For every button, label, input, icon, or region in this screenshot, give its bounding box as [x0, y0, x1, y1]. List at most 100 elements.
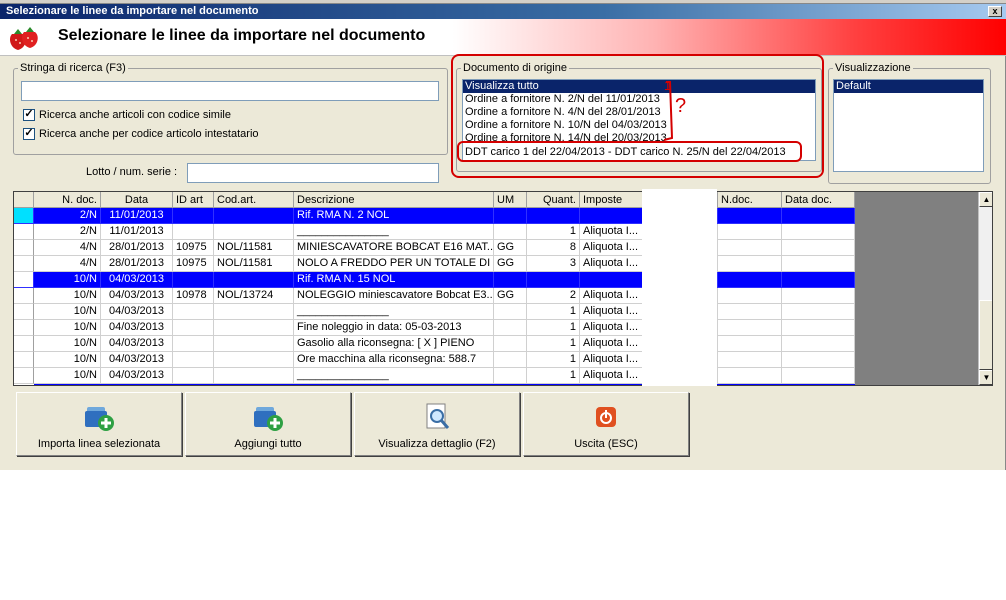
import-selected-button[interactable]: Importa linea selezionata [16, 392, 182, 456]
grid-corner [14, 192, 34, 208]
cell-qty [527, 208, 580, 224]
table-row-partial[interactable] [34, 384, 855, 385]
cell-data: 04/03/2013 [101, 288, 173, 304]
cell-dd [782, 304, 855, 320]
table-row[interactable]: 10/N 04/03/2013 Fine noleggio in data: 05-… [14, 320, 855, 336]
cell-dd [782, 272, 855, 288]
annotation-ddt-box [457, 141, 802, 162]
annotation-number: 1 [664, 78, 672, 93]
cell-data: 04/03/2013 [101, 368, 173, 384]
table-row[interactable]: 10/N 04/03/2013 Ore macchina alla riconseg… [14, 352, 855, 368]
row-indicator [14, 336, 34, 352]
view-detail-button[interactable]: Visualizza dettaglio (F2) [354, 392, 520, 456]
import-folder-icon [85, 407, 114, 431]
cell-dd [782, 288, 855, 304]
cell-qty [527, 272, 580, 288]
cell-idart [173, 208, 214, 224]
cell-descr: MINIESCAVATORE BOBCAT E16 MAT... [294, 240, 494, 256]
cell-ndoc: 10/N [34, 304, 101, 320]
cell-qty: 1 [527, 304, 580, 320]
cell-data: 04/03/2013 [101, 336, 173, 352]
cell-dd [782, 368, 855, 384]
cell-idart: 10975 [173, 240, 214, 256]
cell-ndoc: 10/N [34, 352, 101, 368]
cell-descr: NOLEGGIO miniescavatore Bobcat E3... [294, 288, 494, 304]
col-header-ndoc2[interactable]: N.doc. [718, 192, 782, 208]
table-row-reference[interactable]: 10/N 04/03/2013 Rif. RMA N. 15 NOL [14, 272, 855, 288]
cell-qty: 1 [527, 368, 580, 384]
cell-ndoc: 4/N [34, 240, 101, 256]
cell-idart [173, 272, 214, 288]
table-row-reference[interactable]: 2/N 11/01/2013 Rif. RMA N. 2 NOL [14, 208, 855, 224]
table-row[interactable]: 10/N 04/03/2013 Gasolio alla riconsegna: [… [14, 336, 855, 352]
cell-dd [782, 352, 855, 368]
row-indicator [14, 224, 34, 240]
view-group-legend: Visualizzazione [835, 62, 911, 74]
scroll-thumb[interactable] [979, 300, 992, 370]
cell-dd [782, 208, 855, 224]
cell-codart [214, 208, 294, 224]
table-row[interactable]: 4/N 28/01/2013 10975 NOL/11581 MINIESCAVATOR… [14, 240, 855, 256]
grid-vertical-scrollbar[interactable]: ▲ ▼ [978, 192, 992, 385]
cell-um [494, 208, 527, 224]
cell-ndoc: 10/N [34, 368, 101, 384]
cell-idart [173, 304, 214, 320]
cell-nd2 [718, 304, 782, 320]
row-indicator [14, 288, 34, 304]
lines-grid[interactable]: N. doc. Data ID art Cod.art. Descrizione… [13, 191, 993, 386]
lotto-label: Lotto / num. serie : [86, 166, 178, 178]
cell-qty: 1 [527, 224, 580, 240]
col-header-idart[interactable]: ID art [173, 192, 214, 208]
col-header-codart[interactable]: Cod.art. [214, 192, 294, 208]
col-header-ndoc[interactable]: N. doc. [34, 192, 101, 208]
cell-data: 04/03/2013 [101, 304, 173, 320]
row-indicator [14, 256, 34, 272]
cell-idart [173, 352, 214, 368]
cell-idart [173, 224, 214, 240]
header-banner: Selezionare le linee da importare nel do… [0, 19, 1006, 56]
cell-dd [782, 240, 855, 256]
cell-descr: _______________ [294, 368, 494, 384]
exit-button[interactable]: Uscita (ESC) [523, 392, 689, 456]
cell-descr: Rif. RMA N. 15 NOL [294, 272, 494, 288]
table-row[interactable]: 10/N 04/03/2013 _______________ 1 Aliquota I… [14, 368, 855, 384]
row-indicator [14, 368, 34, 384]
col-header-qty[interactable]: Quant. [527, 192, 580, 208]
cell-qty: 1 [527, 320, 580, 336]
cell-data: 04/03/2013 [101, 320, 173, 336]
cell-nd2 [718, 336, 782, 352]
cell-data: 11/01/2013 [101, 224, 173, 240]
table-row[interactable]: 10/N 04/03/2013 10978 NOL/13724 NOLEGGIO min… [14, 288, 855, 304]
owner-code-label: Ricerca anche per codice articolo intest… [39, 128, 259, 140]
cell-nd2 [718, 288, 782, 304]
view-item-default[interactable]: Default [834, 80, 983, 93]
view-list[interactable]: Default [833, 79, 984, 172]
cell-nd2 [718, 352, 782, 368]
row-indicator [14, 272, 34, 288]
table-row[interactable]: 4/N 28/01/2013 10975 NOL/11581 NOLO A FREDDO… [14, 256, 855, 272]
exit-label: Uscita (ESC) [574, 438, 638, 450]
cell-codart [214, 272, 294, 288]
col-header-um[interactable]: UM [494, 192, 527, 208]
cell-idart: 10975 [173, 256, 214, 272]
table-row[interactable]: 10/N 04/03/2013 _______________ 1 Aliquota I… [14, 304, 855, 320]
cell-um [494, 352, 527, 368]
similar-code-checkbox[interactable]: ✓ [23, 109, 35, 121]
col-header-datadoc[interactable]: Data doc. [782, 192, 855, 208]
view-detail-label: Visualizza dettaglio (F2) [378, 438, 496, 450]
cell-qty: 1 [527, 352, 580, 368]
cell-idart [173, 368, 214, 384]
scroll-up-icon[interactable]: ▲ [979, 192, 992, 207]
owner-code-checkbox[interactable]: ✓ [23, 128, 35, 140]
row-indicator [14, 352, 34, 368]
cell-um: GG [494, 288, 527, 304]
search-input[interactable] [21, 81, 439, 101]
col-header-data[interactable]: Data [101, 192, 173, 208]
table-row[interactable]: 2/N 11/01/2013 _______________ 1 Aliquota I.… [14, 224, 855, 240]
row-indicator [14, 320, 34, 336]
close-button[interactable]: x [988, 6, 1002, 17]
add-all-button[interactable]: Aggiungi tutto [185, 392, 351, 456]
col-header-descr[interactable]: Descrizione [294, 192, 494, 208]
scroll-down-icon[interactable]: ▼ [979, 370, 992, 385]
lotto-input[interactable] [187, 163, 439, 183]
